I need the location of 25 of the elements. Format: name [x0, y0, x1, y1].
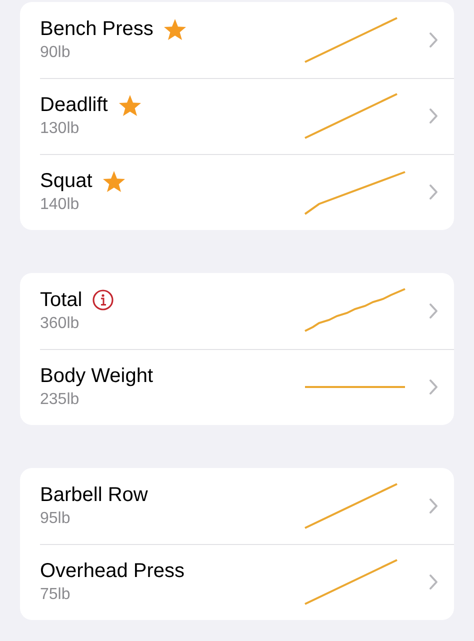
- exercise-name: Body Weight: [40, 364, 154, 389]
- star-icon: [118, 94, 142, 116]
- exercise-name: Overhead Press: [40, 559, 185, 584]
- exercise-name: Deadlift: [40, 93, 108, 118]
- exercise-name: Squat: [40, 169, 92, 194]
- weight-value: 360lb: [40, 314, 80, 334]
- weight-value: 140lb: [40, 195, 80, 215]
- chevron-icon[interactable]: [429, 574, 438, 590]
- chevron-icon[interactable]: [429, 184, 438, 200]
- chevron-icon[interactable]: [429, 32, 438, 48]
- weight-value: 75lb: [40, 585, 70, 605]
- chevron-icon[interactable]: [429, 303, 438, 319]
- chevron-icon[interactable]: [429, 108, 438, 124]
- star-icon: [102, 170, 126, 192]
- weight-value: 95lb: [40, 509, 70, 529]
- chevron-icon[interactable]: [429, 379, 438, 395]
- weight-value: 90lb: [40, 43, 70, 63]
- chevron-icon[interactable]: [429, 498, 438, 514]
- weight-value: 235lb: [40, 390, 80, 410]
- exercise-name: Barbell Row: [40, 483, 148, 508]
- weight-value: 130lb: [40, 119, 80, 139]
- star-icon: [163, 18, 188, 40]
- exercise-name: Total: [40, 288, 82, 313]
- exercise-name: Bench Press: [40, 17, 154, 42]
- info-icon: [92, 289, 114, 311]
